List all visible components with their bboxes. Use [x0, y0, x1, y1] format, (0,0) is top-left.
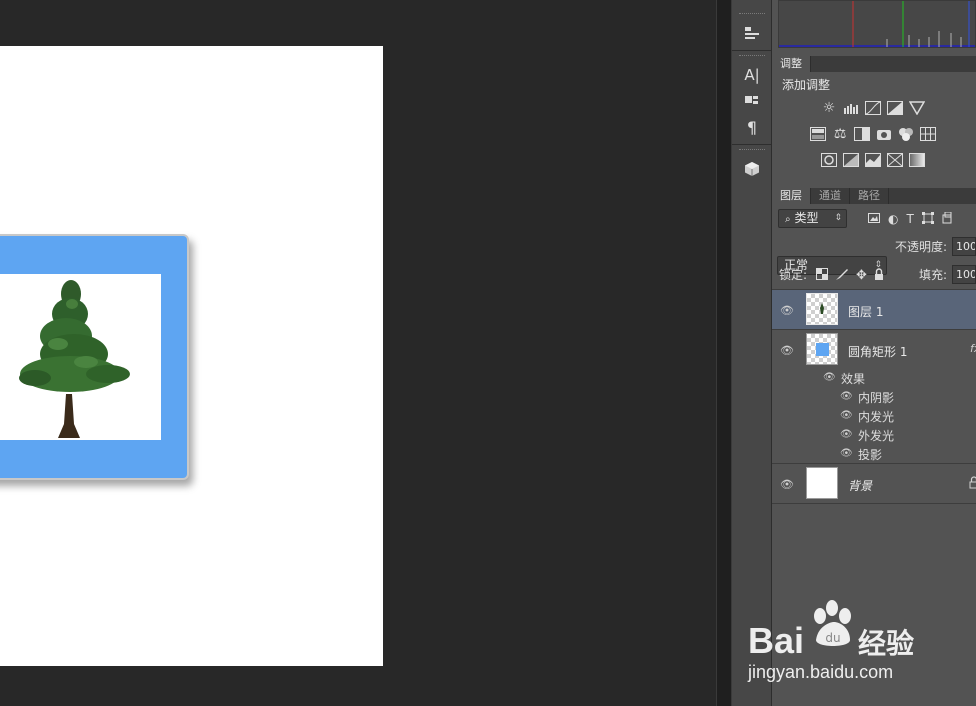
effect-eye-icon[interactable]: 👁: [840, 448, 853, 459]
color-balance-icon[interactable]: ⚖: [832, 126, 848, 142]
fx-icon[interactable]: fx: [970, 342, 976, 355]
color-lookup-icon[interactable]: [920, 126, 936, 142]
adjustments-tabbar: 调整: [772, 56, 976, 72]
effects-label: 效果: [841, 372, 866, 386]
posterize-icon[interactable]: [843, 152, 859, 168]
tab-adjustments[interactable]: 调整: [772, 56, 811, 72]
layer-name[interactable]: 圆角矩形 1: [848, 343, 907, 360]
grip-icon[interactable]: [738, 149, 765, 153]
effect-outer-glow[interactable]: 外发光: [858, 427, 894, 444]
histogram-panel: [778, 0, 976, 48]
vibrance-icon[interactable]: [909, 100, 925, 116]
effect-drop-shadow[interactable]: 投影: [858, 446, 882, 463]
grip-icon[interactable]: [738, 13, 765, 17]
tab-paths[interactable]: 路径: [850, 188, 889, 204]
adjustments-panel: 调整 添加调整 ☼ ⚖: [772, 56, 976, 173]
histogram-graph: [779, 1, 975, 47]
visibility-eye-icon[interactable]: 👁: [780, 304, 794, 317]
watermark-url: jingyan.baidu.com: [748, 662, 894, 682]
layers-panel: 图层 通道 路径: [772, 188, 976, 204]
visibility-eye-icon[interactable]: 👁: [780, 344, 794, 357]
lock-move-icon[interactable]: ✥: [856, 268, 867, 283]
paw-icon: du: [810, 600, 856, 653]
paragraph-icon[interactable]: ¶: [732, 114, 772, 140]
opacity-label: 不透明度:: [895, 240, 948, 254]
fill-label: 填充:: [919, 268, 948, 282]
layer-name[interactable]: 背景: [848, 477, 872, 494]
opacity-input[interactable]: 100%: [952, 237, 976, 256]
lock-all-icon[interactable]: [874, 267, 884, 284]
exposure-icon[interactable]: [887, 100, 903, 116]
watermark-suffix: 经验: [858, 627, 915, 660]
effect-inner-glow[interactable]: 内发光: [858, 408, 894, 425]
search-icon: ⌕: [785, 214, 791, 225]
curves-icon[interactable]: [865, 100, 881, 116]
tab-channels[interactable]: 通道: [811, 188, 850, 204]
layer-row-background[interactable]: 👁 背景: [772, 464, 976, 504]
panel-divider[interactable]: [716, 0, 732, 706]
toolbar-top: [732, 0, 772, 10]
invert-icon[interactable]: [821, 152, 837, 168]
brightness-icon[interactable]: ☼: [821, 100, 837, 116]
tree-photo: [0, 274, 161, 440]
effect-inner-shadow[interactable]: 内阴影: [858, 389, 894, 406]
effects-eye-icon[interactable]: 👁: [823, 372, 836, 383]
layer-name[interactable]: 图层 1: [848, 303, 883, 320]
layer-thumbnail: [806, 333, 838, 365]
image-filter-icon[interactable]: [868, 212, 880, 226]
watermark-brand: Bai: [748, 620, 805, 661]
adjustment-filter-icon[interactable]: ◐: [888, 212, 898, 226]
gradient-map-icon[interactable]: [909, 152, 925, 168]
threshold-icon[interactable]: [865, 152, 881, 168]
tab-layers[interactable]: 图层: [772, 188, 811, 204]
effect-eye-icon[interactable]: 👁: [840, 410, 853, 421]
visibility-eye-icon[interactable]: 👁: [780, 478, 794, 491]
photo-filter-icon[interactable]: [876, 126, 892, 142]
layers-tabbar: 图层 通道 路径: [772, 188, 976, 204]
adjustments-icons: ☼ ⚖: [772, 93, 976, 173]
layer-filter-icons: ◐ T: [868, 210, 976, 228]
lock-paint-brush-icon[interactable]: [835, 267, 849, 284]
lock-label: 锁定:: [779, 268, 808, 282]
selective-color-icon[interactable]: [887, 152, 903, 168]
layer-filter-select[interactable]: ⌕ 类型 ⇕: [778, 209, 847, 228]
baidu-jingyan-watermark: Bai du 经验 jingyan.baidu.com: [748, 598, 976, 688]
type-filter-icon[interactable]: T: [906, 212, 913, 226]
hue-saturation-icon[interactable]: [810, 126, 826, 142]
updown-arrow-icon: ⇕: [834, 213, 842, 223]
layer-row-layer1[interactable]: 👁 图层 1: [772, 290, 976, 330]
character-icon[interactable]: A|: [732, 62, 772, 88]
lock-icon: [969, 476, 976, 492]
black-white-icon[interactable]: [854, 126, 870, 142]
smart-object-filter-icon[interactable]: [942, 211, 952, 227]
tree-image: [19, 280, 130, 438]
effect-eye-icon[interactable]: 👁: [840, 391, 853, 402]
grip-icon[interactable]: [738, 55, 765, 59]
lock-transparent-icon[interactable]: [816, 268, 828, 283]
svg-text:du: du: [825, 631, 840, 645]
layer-row-rounded-rect[interactable]: 👁 圆角矩形 1 fx 👁 效果 👁 内阴影 👁 内发光 👁 外发光 👁 投影: [772, 330, 976, 464]
layer-filter-value: 类型: [794, 211, 819, 225]
fill-input[interactable]: 100%: [952, 265, 976, 284]
channel-mixer-icon[interactable]: [898, 126, 914, 142]
levels-icon[interactable]: [843, 100, 859, 116]
shape-filter-icon[interactable]: [921, 211, 934, 227]
glyphs-icon[interactable]: [732, 88, 772, 114]
3d-cube-icon[interactable]: [732, 156, 772, 182]
layer-thumbnail: [806, 293, 838, 325]
effect-eye-icon[interactable]: 👁: [840, 429, 853, 440]
adjustments-header: 添加调整: [782, 78, 831, 92]
layer-thumbnail: [806, 467, 838, 499]
clone-source-icon[interactable]: [732, 20, 772, 46]
lock-icons: ✥: [816, 267, 884, 284]
